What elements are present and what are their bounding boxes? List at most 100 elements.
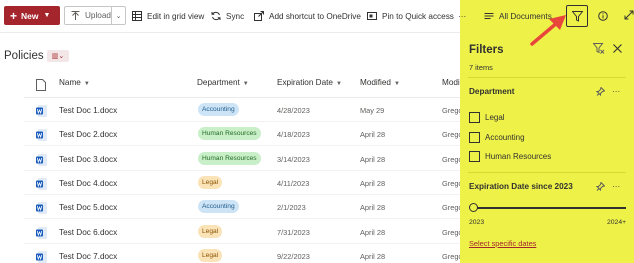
column-header-department[interactable]: Department ▼ bbox=[197, 78, 249, 87]
file-name-link[interactable]: Test Doc 3.docx bbox=[59, 155, 117, 164]
column-header-department-label: Department bbox=[197, 78, 240, 87]
library-icon: ▥⌄ bbox=[51, 53, 65, 60]
modified-date: April 28 bbox=[360, 178, 386, 188]
column-header-modified[interactable]: Modified ▼ bbox=[360, 78, 400, 87]
clear-filters-icon[interactable] bbox=[593, 43, 605, 54]
pin-icon[interactable] bbox=[596, 87, 605, 96]
table-row[interactable]: Test Doc 3.docx Human Resources 3/14/2023 A… bbox=[24, 147, 463, 171]
sync-label: Sync bbox=[226, 11, 245, 21]
modified-date: April 28 bbox=[360, 130, 386, 140]
new-label: New bbox=[21, 10, 39, 21]
checkbox[interactable] bbox=[469, 151, 480, 162]
upload-icon bbox=[71, 10, 80, 20]
file-name-link[interactable]: Test Doc 2.docx bbox=[59, 130, 117, 139]
chevron-down-icon: ⌄ bbox=[556, 11, 564, 21]
library-options-badge[interactable]: ▥⌄ bbox=[47, 50, 69, 62]
close-icon[interactable] bbox=[613, 44, 622, 53]
view-switcher[interactable]: All Documents ⌄ bbox=[484, 7, 564, 25]
word-doc-icon bbox=[36, 226, 47, 239]
upload-button[interactable]: Upload ⌄ bbox=[64, 6, 126, 25]
chevron-down-icon: ▼ bbox=[393, 81, 400, 87]
department-filter-title: Department bbox=[469, 87, 515, 96]
expiration-filter-title: Expiration Date since 2023 bbox=[469, 182, 573, 191]
column-header-name-label: Name bbox=[59, 78, 81, 87]
file-name-link[interactable]: Test Doc 5.docx bbox=[59, 203, 117, 212]
column-header-name[interactable]: Name ▼ bbox=[59, 78, 90, 87]
sync-button[interactable]: Sync bbox=[211, 7, 244, 25]
department-tag: Human Resources bbox=[198, 151, 261, 165]
shortcut-icon bbox=[254, 11, 264, 21]
pin-quick-access-button[interactable]: Pin to Quick access bbox=[367, 7, 454, 25]
table-row[interactable]: Test Doc 6.docx Legal 7/31/2023 April 28 Gre… bbox=[24, 220, 463, 244]
pin-label: Pin to Quick access bbox=[382, 11, 454, 21]
panel-divider bbox=[468, 172, 626, 173]
column-header-modified-label: Modified bbox=[360, 78, 391, 87]
expiration-date: 9/22/2023 bbox=[277, 251, 310, 261]
modified-date: April 28 bbox=[360, 251, 386, 261]
filter-pane-button[interactable] bbox=[566, 5, 588, 27]
column-header-modified-by[interactable]: Modi bbox=[442, 78, 460, 87]
modified-date: May 29 bbox=[360, 106, 385, 115]
edit-grid-button[interactable]: Edit in grid view bbox=[132, 7, 204, 25]
department-tag: Accounting bbox=[198, 200, 239, 214]
column-header-expiration[interactable]: Expiration Date ▼ bbox=[277, 78, 342, 87]
table-row[interactable]: Test Doc 7.docx Legal 9/22/2023 April 28 Gre… bbox=[24, 244, 463, 263]
option-label: Human Resources bbox=[485, 152, 552, 161]
checkbox[interactable] bbox=[469, 132, 480, 143]
file-type-header-icon[interactable] bbox=[36, 79, 46, 91]
modified-date: April 28 bbox=[360, 203, 386, 213]
table-row[interactable]: Test Doc 5.docx Accounting 2/1/2023 April 2… bbox=[24, 195, 463, 220]
add-shortcut-button[interactable]: Add shortcut to OneDrive bbox=[254, 7, 361, 25]
option-label: Accounting bbox=[485, 133, 525, 142]
list-view-icon bbox=[484, 13, 494, 19]
file-name-link[interactable]: Test Doc 6.docx bbox=[59, 228, 117, 237]
expiration-date: 7/31/2023 bbox=[277, 227, 310, 237]
word-doc-icon bbox=[36, 202, 47, 215]
expiration-date: 4/18/2023 bbox=[277, 130, 310, 140]
more-commands-button[interactable]: ··· bbox=[458, 7, 466, 25]
department-option-legal[interactable]: Legal bbox=[469, 112, 505, 123]
view-label: All Documents bbox=[499, 11, 552, 21]
filters-item-count: 7 items bbox=[469, 63, 493, 72]
word-doc-icon bbox=[36, 105, 47, 117]
expiration-more-button[interactable]: ··· bbox=[612, 177, 620, 195]
chevron-down-icon: ▼ bbox=[43, 12, 51, 19]
date-slider-handle[interactable] bbox=[469, 203, 478, 212]
expiration-date: 4/28/2023 bbox=[277, 106, 310, 115]
file-name-link[interactable]: Test Doc 1.docx bbox=[59, 106, 117, 115]
info-icon[interactable] bbox=[598, 11, 608, 21]
slider-min-label: 2023 bbox=[469, 219, 485, 226]
more-icon: ··· bbox=[612, 181, 621, 191]
department-more-button[interactable]: ··· bbox=[612, 82, 620, 100]
select-dates-link[interactable]: Select specific dates bbox=[469, 239, 536, 248]
checkbox[interactable] bbox=[469, 112, 480, 123]
word-doc-icon bbox=[36, 250, 47, 263]
option-label: Legal bbox=[485, 113, 505, 122]
table-row[interactable]: Test Doc 1.docx Accounting 4/28/2023 May 29… bbox=[24, 98, 463, 122]
library-title: Policies bbox=[4, 50, 44, 62]
edit-grid-label: Edit in grid view bbox=[147, 11, 205, 21]
expand-icon[interactable] bbox=[624, 10, 634, 20]
file-name-link[interactable]: Test Doc 7.docx bbox=[59, 252, 117, 261]
expiration-date: 4/11/2023 bbox=[277, 178, 310, 188]
file-name-link[interactable]: Test Doc 4.docx bbox=[59, 179, 117, 188]
department-option-accounting[interactable]: Accounting bbox=[469, 132, 525, 143]
chevron-down-icon: ▼ bbox=[242, 81, 249, 87]
panel-divider bbox=[468, 77, 626, 78]
pin-icon[interactable] bbox=[596, 182, 605, 191]
date-slider-track[interactable] bbox=[474, 207, 626, 209]
department-option-human-resources[interactable]: Human Resources bbox=[469, 151, 551, 162]
more-icon: ··· bbox=[612, 86, 621, 96]
expiration-date: 2/1/2023 bbox=[277, 203, 306, 213]
department-tag: Human Resources bbox=[198, 127, 261, 141]
table-row[interactable]: Test Doc 2.docx Human Resources 4/18/2023 A… bbox=[24, 122, 463, 147]
filter-icon bbox=[571, 10, 583, 22]
modified-date: April 28 bbox=[360, 227, 386, 237]
grid-icon bbox=[132, 11, 142, 21]
new-button[interactable]: + New ▼ bbox=[4, 6, 60, 25]
chevron-down-icon: ▼ bbox=[83, 81, 90, 87]
table-row[interactable]: Test Doc 4.docx Legal 4/11/2023 April 28 Gre… bbox=[24, 171, 463, 195]
upload-chevron-icon[interactable]: ⌄ bbox=[111, 7, 125, 24]
modified-date: April 28 bbox=[360, 154, 386, 164]
expiration-date: 3/14/2023 bbox=[277, 154, 310, 164]
